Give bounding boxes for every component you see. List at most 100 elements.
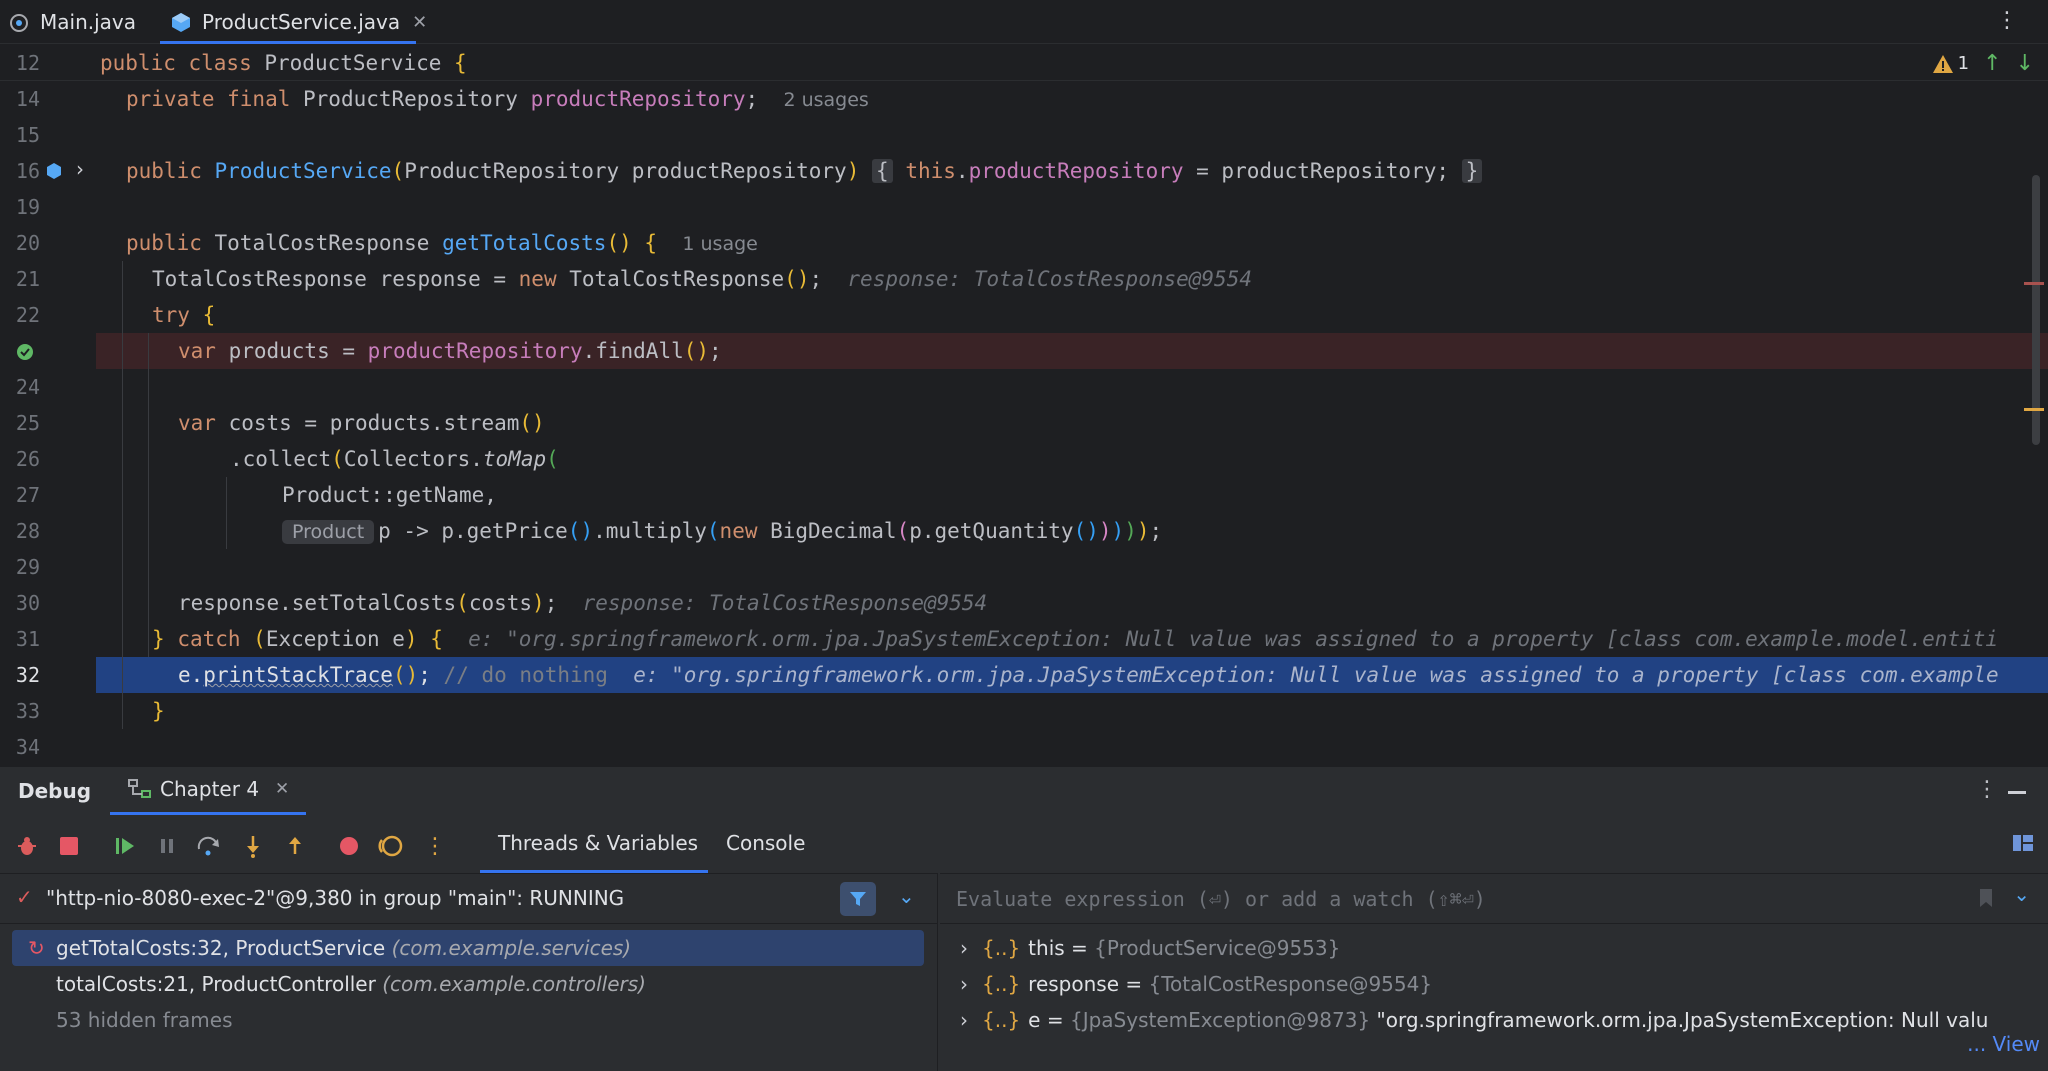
object-icon: {..}: [982, 936, 1021, 960]
chevron-right-icon[interactable]: ›: [960, 936, 968, 960]
code-line: 25 var costs = products.stream(): [0, 405, 2048, 441]
check-icon: ✓: [16, 885, 33, 909]
bookmark-icon[interactable]: [1978, 888, 1994, 912]
chevron-right-icon[interactable]: ›: [960, 972, 968, 996]
code-line: 22 try {: [0, 297, 2048, 333]
code-line: 19: [0, 189, 2048, 225]
debug-title: Debug: [18, 779, 92, 803]
code-text: var products = productRepository.findAll…: [178, 339, 722, 363]
more-vertical-icon[interactable]: ⋮: [422, 833, 448, 859]
close-icon[interactable]: ✕: [275, 779, 289, 799]
step-into-icon[interactable]: [240, 833, 266, 859]
code-line: 12 public class ProductService {: [0, 45, 2048, 81]
tab-console[interactable]: Console: [726, 831, 805, 855]
code-line: 30 response.setTotalCosts(costs); respon…: [0, 585, 2048, 621]
inline-value: e: "org.springframework.orm.jpa.JpaSyste…: [633, 663, 1999, 687]
error-stripe-mark[interactable]: [2024, 282, 2044, 285]
line-number: 16: [15, 159, 40, 183]
tab-productservice-java[interactable]: ProductService.java ✕: [170, 0, 427, 44]
chevron-down-icon[interactable]: ⌄: [898, 884, 915, 908]
line-number: 25: [15, 411, 40, 435]
rerun-debug-icon[interactable]: [14, 833, 40, 859]
line-number: 24: [15, 375, 40, 399]
line-number: 34: [15, 735, 40, 759]
chevron-down-icon[interactable]: ⌄: [2013, 882, 2030, 906]
code-text: Product::getName,: [282, 483, 497, 507]
inline-value: e: "org.springframework.orm.jpa.JpaSyste…: [468, 627, 1998, 651]
code-text: public TotalCostResponse getTotalCosts()…: [126, 231, 758, 255]
usages-hint[interactable]: 1 usage: [682, 233, 757, 255]
stack-frame[interactable]: ↻ getTotalCosts:32, ProductService (com.…: [12, 930, 924, 966]
code-line: 14 private final ProductRepository produ…: [0, 81, 2048, 117]
more-vertical-icon[interactable]: ⋮: [1976, 777, 1998, 802]
tab-threads-variables[interactable]: Threads & Variables: [498, 831, 698, 855]
layout-icon[interactable]: [2012, 833, 2034, 857]
implemented-icon[interactable]: [46, 162, 62, 184]
current-frame-icon: ↻: [28, 936, 45, 960]
resume-icon[interactable]: [112, 833, 138, 859]
frame-method: 53 hidden frames: [56, 1008, 233, 1032]
line-number: 29: [15, 555, 40, 579]
more-vertical-icon[interactable]: ⋮: [1996, 8, 2018, 33]
tab-main-java[interactable]: Main.java: [8, 0, 136, 44]
hidden-frames[interactable]: 53 hidden frames: [12, 1002, 924, 1038]
usages-hint[interactable]: 2 usages: [783, 89, 868, 111]
code-text: private final ProductRepository productR…: [126, 87, 869, 111]
chevron-right-icon[interactable]: ›: [960, 1008, 968, 1032]
frame-package: (com.example.services): [391, 936, 632, 960]
thread-selector[interactable]: ✓ "http-nio-8080-exec-2"@9,380 in group …: [0, 874, 938, 924]
code-line: 27 Product::getName,: [0, 477, 2048, 513]
code-text: var costs = products.stream(): [178, 411, 545, 435]
warning-stripe-mark[interactable]: [2024, 408, 2044, 411]
parameter-hint: Product: [282, 520, 375, 544]
stack-frame[interactable]: totalCosts:21, ProductController (com.ex…: [12, 966, 924, 1002]
java-class-icon: [8, 11, 30, 33]
variable-value: {JpaSystemException@9873}: [1069, 1008, 1371, 1032]
variable-row[interactable]: › {..} response = {TotalCostResponse@9554}: [960, 966, 1432, 1002]
thread-label: "http-nio-8080-exec-2"@9,380 in group "m…: [46, 886, 625, 910]
code-line: 31 } catch (Exception e) { e: "org.sprin…: [0, 621, 2048, 657]
filter-icon[interactable]: [840, 882, 876, 916]
variable-name: e: [1028, 1008, 1041, 1032]
pause-icon[interactable]: [154, 833, 180, 859]
code-comment: // do nothing: [443, 663, 608, 687]
variable-row[interactable]: › {..} e = {JpaSystemException@9873} "org.…: [960, 1002, 1988, 1038]
variable-name: response: [1028, 972, 1120, 996]
active-tab-indicator: [110, 812, 306, 815]
line-number: 22: [15, 303, 40, 327]
line-number: 32: [15, 663, 40, 687]
line-number: 21: [15, 267, 40, 291]
minimize-icon[interactable]: [2008, 791, 2026, 794]
variable-name: this: [1028, 936, 1065, 960]
mute-breakpoints-icon[interactable]: [378, 833, 404, 859]
evaluate-expression-input[interactable]: [956, 882, 1956, 916]
chevron-right-icon[interactable]: ›: [76, 157, 84, 181]
code-text: TotalCostResponse response = new TotalCo…: [152, 267, 1252, 291]
view-link[interactable]: ... View: [1965, 1032, 2040, 1056]
stop-icon[interactable]: [56, 833, 82, 859]
debug-session-tab[interactable]: Chapter 4 ✕: [128, 777, 289, 801]
step-over-icon[interactable]: [196, 833, 222, 859]
inline-value: response: TotalCostResponse@9554: [847, 267, 1252, 291]
frame-method: getTotalCosts:32, ProductService: [56, 936, 386, 960]
code-text: Product p -> p.getPrice().multiply(new Bi…: [282, 513, 1162, 550]
line-number: 28: [15, 519, 40, 543]
variable-row[interactable]: › {..} this = {ProductService@9553}: [960, 930, 1340, 966]
step-out-icon[interactable]: [282, 833, 308, 859]
execution-line: e.printStackTrace(); // do nothing e: "o…: [96, 657, 2048, 693]
code-text: }: [152, 699, 165, 723]
code-text: .collect(Collectors.toMap(: [230, 447, 559, 471]
debug-header: Debug Chapter 4 ✕ ⋮: [0, 767, 2048, 817]
close-icon[interactable]: ✕: [412, 12, 427, 33]
code-text: response.setTotalCosts(costs); response:…: [178, 591, 988, 615]
line-number: 33: [15, 699, 40, 723]
variables-panel: ⌄ ›{..}this = {ProductService@9553} ›{..…: [940, 873, 2048, 1071]
indent-guide: [122, 261, 123, 729]
code-editor[interactable]: 1 ↑ ↓ 12 public class ProductService { 1…: [0, 45, 2048, 765]
tab-label: ProductService.java: [202, 10, 401, 34]
view-breakpoints-icon[interactable]: [336, 833, 362, 859]
editor-scrollbar[interactable]: [2032, 175, 2040, 445]
breakpoint-check-icon[interactable]: [16, 343, 34, 365]
code-line: 15: [0, 117, 2048, 153]
line-number: 27: [15, 483, 40, 507]
